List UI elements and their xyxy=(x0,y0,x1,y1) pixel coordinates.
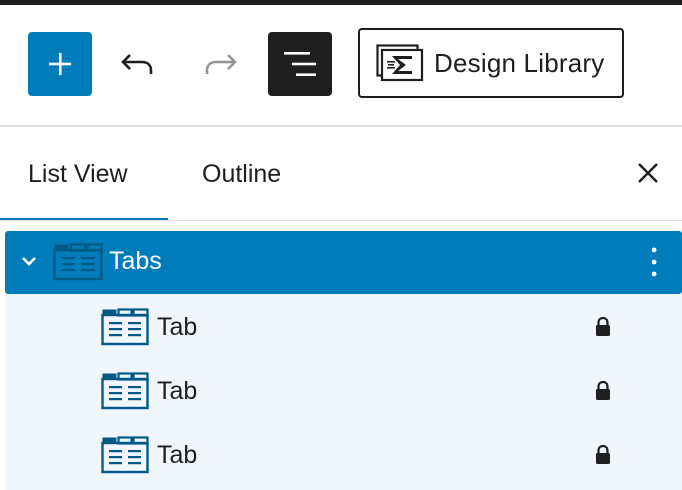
redo-button[interactable] xyxy=(194,40,246,88)
lock-icon[interactable] xyxy=(594,444,612,466)
undo-button[interactable] xyxy=(112,40,164,88)
more-options-icon[interactable] xyxy=(646,245,662,279)
tree-row-label: Tab xyxy=(157,377,198,405)
chevron-down-icon[interactable] xyxy=(19,251,39,271)
tree-row-tab[interactable]: Tab xyxy=(5,360,682,424)
tab-outline[interactable]: Outline xyxy=(202,127,281,221)
design-library-button[interactable]: Design Library xyxy=(358,28,624,98)
tree-children: Tab Tab Tab xyxy=(5,294,682,490)
tree-row-tabs[interactable]: Tabs xyxy=(5,231,682,294)
tree-row-label: Tab xyxy=(157,313,198,341)
add-block-button[interactable] xyxy=(28,32,92,96)
redo-icon xyxy=(205,54,237,74)
lock-icon[interactable] xyxy=(594,316,612,338)
lock-icon[interactable] xyxy=(594,380,612,402)
design-library-label: Design Library xyxy=(434,47,605,78)
editor-toolbar: Design Library xyxy=(0,5,682,125)
tree-row-tab[interactable]: Tab xyxy=(5,296,682,360)
close-panel-button[interactable] xyxy=(630,155,666,191)
list-view-icon xyxy=(284,52,316,76)
block-tree: Tabs Tab Tab Tab xyxy=(0,221,682,490)
tree-row-tab[interactable]: Tab xyxy=(5,424,682,488)
list-view-toggle-button[interactable] xyxy=(268,32,332,96)
tab-list-view[interactable]: List View xyxy=(28,127,128,221)
close-icon xyxy=(638,163,658,183)
tabs-block-icon xyxy=(53,243,103,281)
plus-icon xyxy=(49,53,71,75)
tree-row-label: Tabs xyxy=(109,247,162,275)
list-view-panel-tabs: List View Outline xyxy=(0,127,682,221)
tab-block-icon xyxy=(101,308,149,346)
tab-block-icon xyxy=(101,436,149,474)
undo-icon xyxy=(121,54,153,74)
kadence-logo-icon xyxy=(376,44,424,82)
tab-block-icon xyxy=(101,372,149,410)
tab-outline-label: Outline xyxy=(202,159,282,188)
tree-row-label: Tab xyxy=(157,441,198,469)
tab-list-view-label: List View xyxy=(28,159,128,188)
